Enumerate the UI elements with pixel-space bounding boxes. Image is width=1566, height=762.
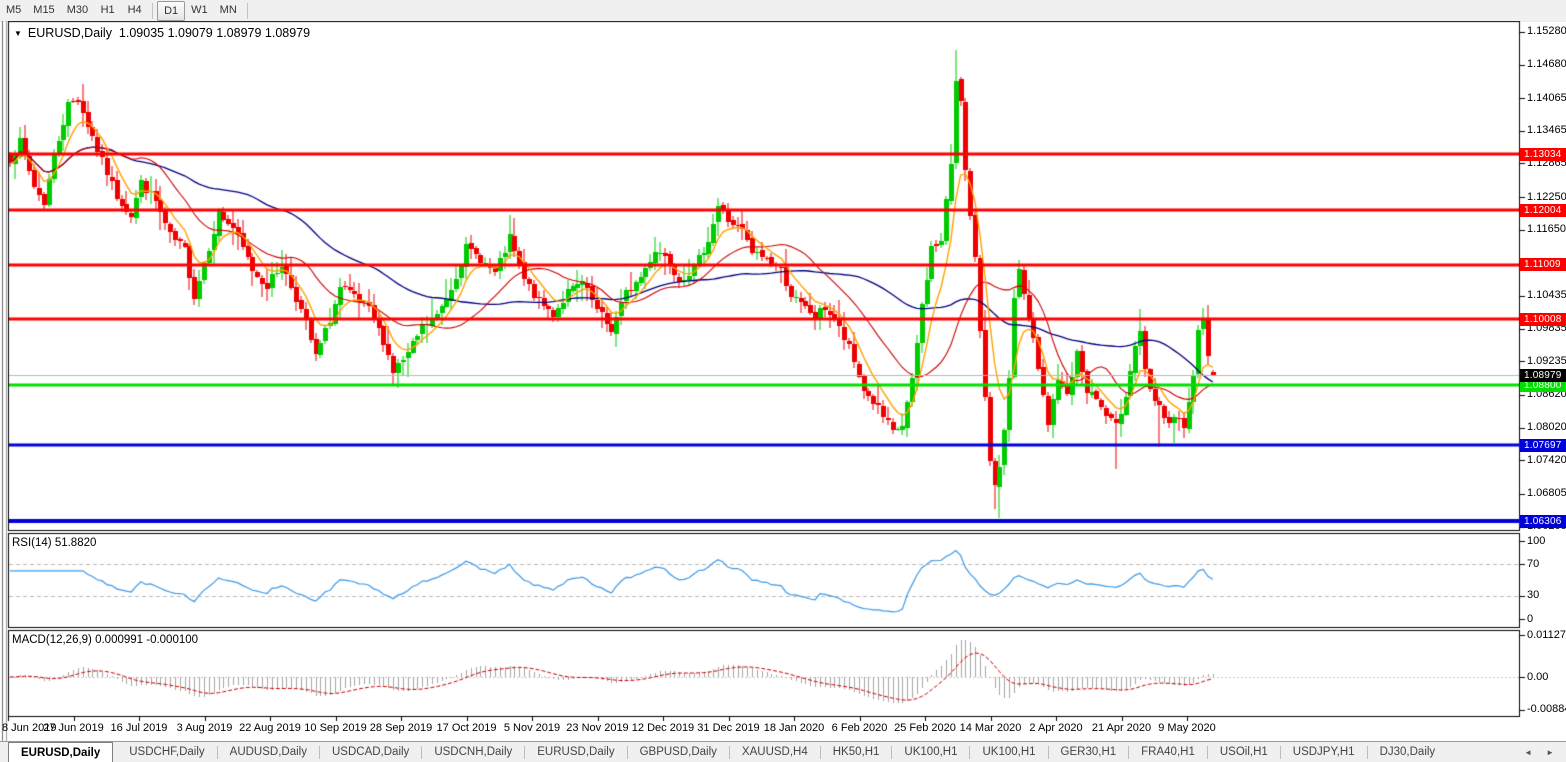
tabs-scroll-left-icon[interactable]: ◄ [1524, 748, 1532, 757]
chart-tab-hk50-h1[interactable]: HK50,H1 [821, 742, 892, 762]
timeframe-toolbar: M5M15M30H1H4 D1W1MN [0, 0, 1566, 21]
chart-tab-usdcad-daily[interactable]: USDCAD,Daily [320, 742, 421, 762]
toolbar-separator [247, 3, 248, 19]
timeframe-m15[interactable]: M15 [27, 1, 60, 20]
timeframe-w1[interactable]: W1 [185, 1, 214, 20]
timeframe-m5[interactable]: M5 [0, 1, 27, 20]
chart-tab-gbpusd-daily[interactable]: GBPUSD,Daily [628, 742, 729, 762]
chart-tab-xauusd-h4[interactable]: XAUUSD,H4 [730, 742, 820, 762]
chart-tab-dj30-daily[interactable]: DJ30,Daily [1368, 742, 1448, 762]
chart-tab-usdchf-daily[interactable]: USDCHF,Daily [117, 742, 216, 762]
chart-tab-eurusd-daily[interactable]: EURUSD,Daily [8, 742, 113, 762]
chart-canvas[interactable] [0, 0, 1566, 762]
timeframe-mn[interactable]: MN [214, 1, 243, 20]
chart-tab-usoil-h1[interactable]: USOil,H1 [1208, 742, 1280, 762]
timeframe-m30[interactable]: M30 [61, 1, 94, 20]
trading-app-window: M5M15M30H1H4D1W1MN ▼EURUSD,Daily 1.09035… [0, 0, 1566, 762]
chart-tab-ger30-h1[interactable]: GER30,H1 [1049, 742, 1129, 762]
chart-tab-uk100-h1[interactable]: UK100,H1 [970, 742, 1047, 762]
chart-tab-fra40-h1[interactable]: FRA40,H1 [1129, 742, 1207, 762]
chart-tab-usdjpy-h1[interactable]: USDJPY,H1 [1281, 742, 1367, 762]
chart-tab-eurusd-daily[interactable]: EURUSD,Daily [525, 742, 626, 762]
chart-tabs-bar: EURUSD,DailyUSDCHF,DailyAUDUSD,DailyUSDC… [0, 741, 1566, 762]
tabs-scroll-right-icon[interactable]: ► [1546, 748, 1554, 757]
timeframe-d1[interactable]: D1 [157, 1, 185, 21]
chart-tab-audusd-daily[interactable]: AUDUSD,Daily [218, 742, 319, 762]
timeframe-h4[interactable]: H4 [121, 1, 148, 20]
chart-tab-uk100-h1[interactable]: UK100,H1 [892, 742, 969, 762]
chart-tab-usdcnh-daily[interactable]: USDCNH,Daily [422, 742, 524, 762]
toolbar-separator [152, 3, 153, 19]
timeframe-h1[interactable]: H1 [94, 1, 121, 20]
